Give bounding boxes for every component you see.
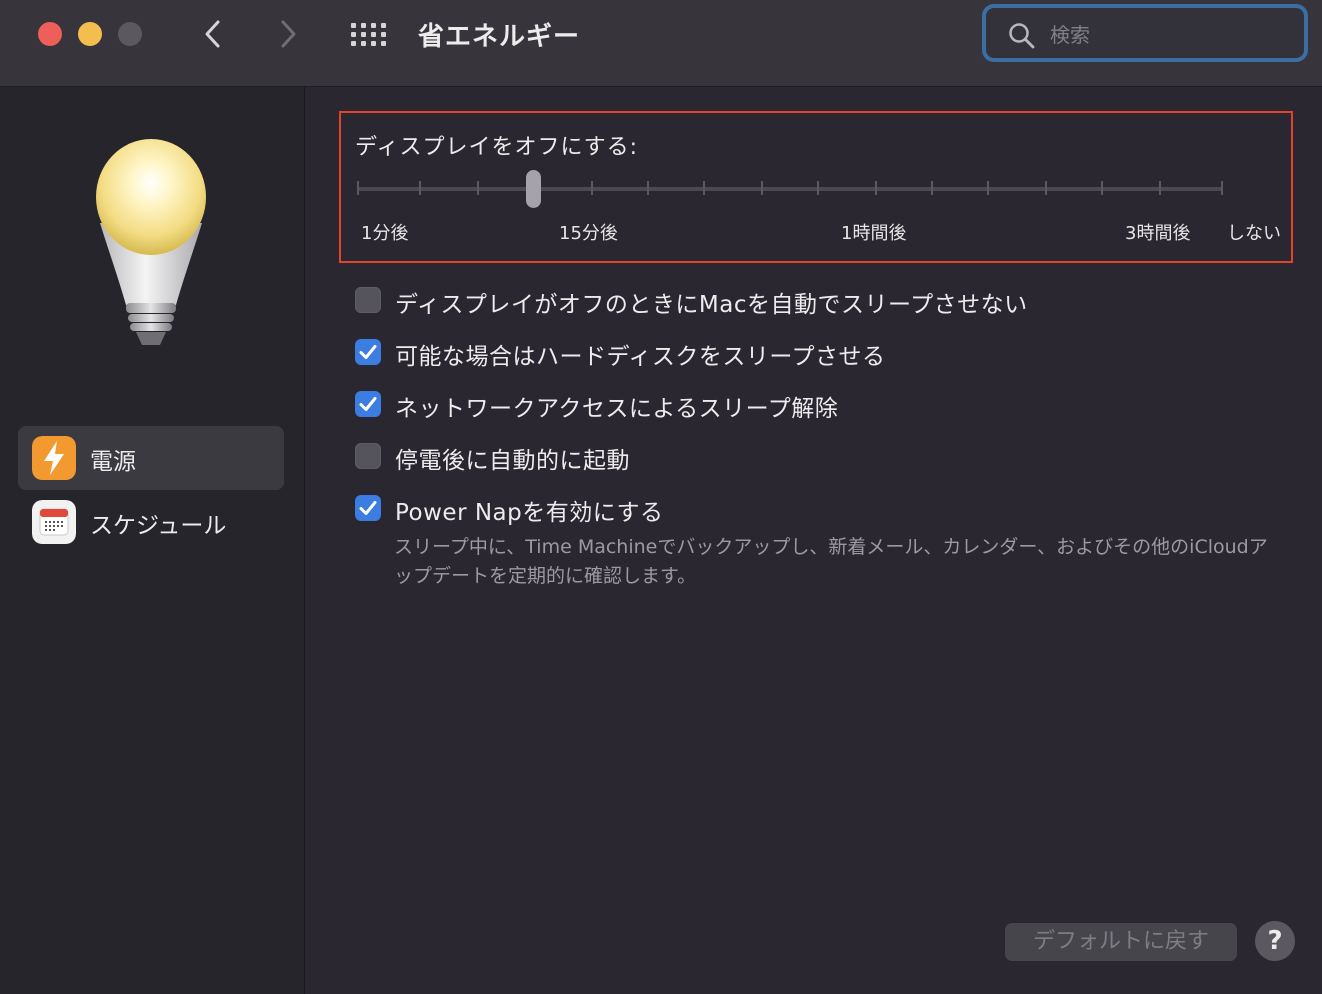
slider-tick <box>875 181 877 195</box>
main-content: ディスプレイをオフにする: 1分後 15分後 1時間後 3時間後 しない ディス… <box>305 87 1322 994</box>
sidebar: 電源 スケジュール <box>0 87 305 994</box>
option-label: ネットワークアクセスによるスリープ解除 <box>395 396 839 422</box>
sidebar-item-schedule[interactable]: スケジュール <box>18 490 284 554</box>
option-label: Power Napを有効にする <box>395 500 664 526</box>
slider-tick <box>817 181 819 195</box>
option-label: 停電後に自動的に起動 <box>395 448 630 474</box>
slider-tick <box>703 181 705 195</box>
lightbulb-icon <box>96 139 206 345</box>
slider-label-1min: 1分後 <box>361 223 409 244</box>
chevron-left-icon <box>205 20 220 48</box>
slider-tick <box>419 181 421 195</box>
search-icon <box>1009 23 1035 49</box>
window-title: 省エネルギー <box>418 22 581 52</box>
checkmark-icon <box>359 397 377 411</box>
checkbox[interactable] <box>355 339 381 365</box>
power-nap-description: スリープ中に、Time Machineでバックアップし、新着メール、カレンダー、… <box>394 536 1268 587</box>
slider-tick <box>647 181 649 195</box>
help-button[interactable]: ? <box>1255 921 1295 961</box>
sidebar-item-label: スケジュール <box>90 513 227 539</box>
slider-label-1hour: 1時間後 <box>841 223 907 244</box>
option-label: 可能な場合はハードディスクをスリープさせる <box>395 344 886 370</box>
display-sleep-slider-track[interactable] <box>357 187 1223 191</box>
slider-tick <box>1221 181 1223 195</box>
checkbox[interactable] <box>355 495 381 521</box>
slider-tick <box>987 181 989 195</box>
checkbox[interactable] <box>355 443 381 469</box>
slider-tick <box>761 181 763 195</box>
calendar-icon <box>32 500 76 544</box>
slider-tick <box>1159 181 1161 195</box>
slider-tick <box>357 181 359 195</box>
zoom-window-button[interactable] <box>118 22 142 46</box>
slider-tick <box>1045 181 1047 195</box>
search-field[interactable] <box>982 4 1308 62</box>
slider-label-never: しない <box>1227 223 1281 244</box>
show-all-button[interactable] <box>350 22 388 48</box>
minimize-window-button[interactable] <box>78 22 102 46</box>
checkmark-icon <box>359 501 377 515</box>
grid-icon <box>351 23 386 46</box>
slider-tick <box>1101 181 1103 195</box>
slider-tick <box>931 181 933 195</box>
close-window-button[interactable] <box>38 22 62 46</box>
slider-tick <box>477 181 479 195</box>
title-bar: 省エネルギー <box>0 0 1322 87</box>
bolt-icon <box>32 436 76 480</box>
sidebar-item-label: 電源 <box>90 449 136 475</box>
checkbox[interactable] <box>355 391 381 417</box>
slider-tick <box>591 181 593 195</box>
display-sleep-section: ディスプレイをオフにする: 1分後 15分後 1時間後 3時間後 しない <box>339 111 1293 263</box>
slider-label-15min: 15分後 <box>559 223 618 244</box>
slider-label-3hours: 3時間後 <box>1125 223 1191 244</box>
chevron-right-icon <box>281 20 296 48</box>
sidebar-item-power[interactable]: 電源 <box>18 426 284 490</box>
option-label: ディスプレイがオフのときにMacを自動でスリープさせない <box>395 292 1028 318</box>
restore-defaults-button[interactable]: デフォルトに戻す <box>1005 923 1237 961</box>
checkbox[interactable] <box>355 287 381 313</box>
search-input[interactable] <box>1048 18 1292 52</box>
checkmark-icon <box>359 345 377 359</box>
forward-button[interactable] <box>272 14 304 54</box>
display-sleep-title: ディスプレイをオフにする: <box>355 135 639 160</box>
display-sleep-slider-thumb[interactable] <box>526 170 541 208</box>
back-button[interactable] <box>198 14 230 54</box>
